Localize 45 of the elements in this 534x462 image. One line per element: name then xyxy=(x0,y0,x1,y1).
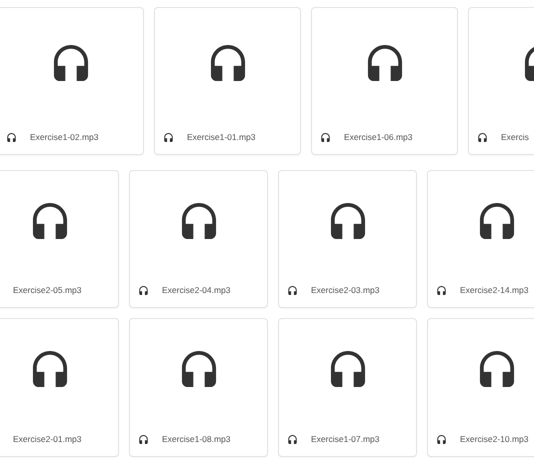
headphones-icon xyxy=(164,132,173,142)
file-card[interactable]: Exercise1-08.mp3 xyxy=(129,318,268,457)
file-name: Exercise2-05.mp3 xyxy=(13,285,82,295)
headphones-icon xyxy=(180,351,216,387)
file-name: Exercise1-07.mp3 xyxy=(311,434,380,444)
headphones-icon xyxy=(330,351,366,387)
file-card[interactable]: Exercise2-01.mp3 xyxy=(0,318,119,457)
headphones-icon xyxy=(437,434,446,444)
headphones-icon xyxy=(288,434,297,444)
file-name: Exercise2-01.mp3 xyxy=(13,434,82,444)
headphones-icon xyxy=(288,286,297,294)
file-name: Exercise2-03.mp3 xyxy=(311,285,380,295)
file-card[interactable]: Exercise2-14.mp3 xyxy=(427,170,534,308)
file-card[interactable]: Exercise1-02.mp3 xyxy=(0,7,144,155)
headphones-icon xyxy=(210,44,246,80)
headphones-icon xyxy=(180,202,216,238)
headphones-icon xyxy=(52,44,88,80)
headphones-icon xyxy=(139,434,148,444)
file-name: Exercise2-14.mp3 xyxy=(460,285,529,295)
headphones-icon xyxy=(366,44,402,80)
file-name: Exercise1-06.mp3 xyxy=(344,132,413,142)
headphones-icon xyxy=(478,351,514,387)
file-card[interactable]: Exercise2-04.mp3 xyxy=(129,170,268,308)
file-name: Exercis xyxy=(501,132,529,142)
file-name: Exercise2-04.mp3 xyxy=(162,285,231,295)
file-card[interactable]: Exercise1-06.mp3 xyxy=(311,7,458,155)
headphones-icon xyxy=(139,286,148,294)
headphones-icon xyxy=(478,132,487,142)
file-name: Exercise1-02.mp3 xyxy=(30,132,99,142)
file-card[interactable]: Exercise1-07.mp3 xyxy=(278,318,417,457)
headphones-icon xyxy=(7,132,16,142)
file-card[interactable]: Exercise2-05.mp3 xyxy=(0,170,119,308)
file-name: Exercise1-08.mp3 xyxy=(162,434,231,444)
headphones-icon xyxy=(437,286,446,294)
file-card[interactable]: Exercise2-03.mp3 xyxy=(278,170,417,308)
file-name: Exercise2-10.mp3 xyxy=(460,434,529,444)
headphones-icon xyxy=(32,351,68,387)
headphones-icon xyxy=(32,202,68,238)
file-card[interactable]: Exercis xyxy=(468,7,534,155)
file-card[interactable]: Exercise2-10.mp3 xyxy=(427,318,534,457)
headphones-icon xyxy=(478,202,514,238)
headphones-icon xyxy=(321,132,330,142)
file-name: Exercise1-01.mp3 xyxy=(187,132,256,142)
file-card[interactable]: Exercise1-01.mp3 xyxy=(154,7,301,155)
headphones-icon xyxy=(330,202,366,238)
